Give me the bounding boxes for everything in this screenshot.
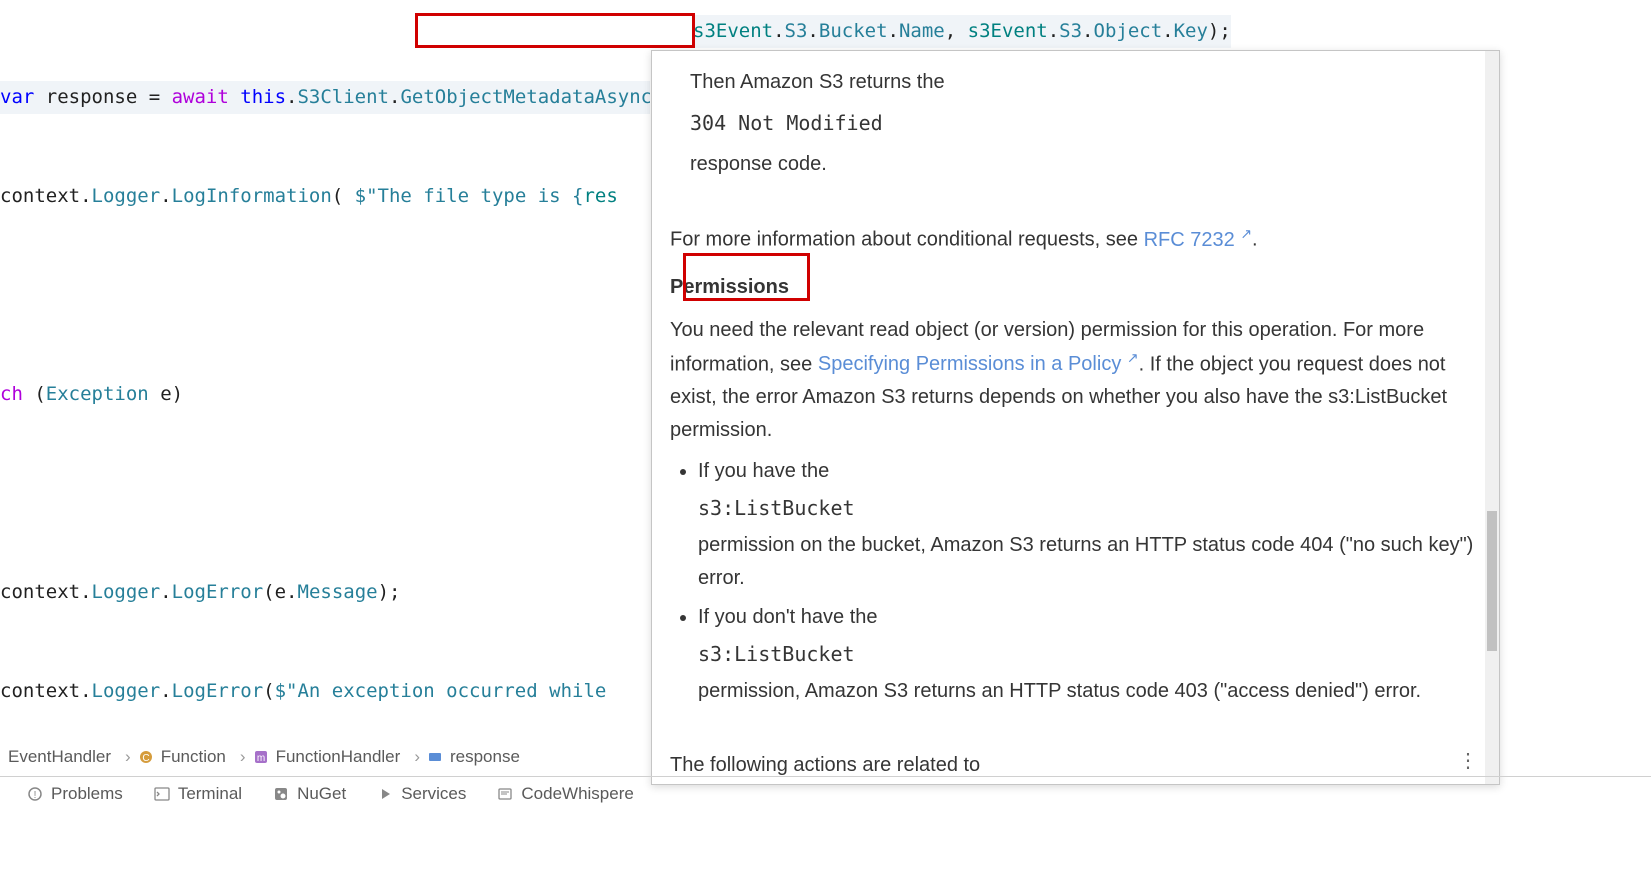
tooltip-text: Then Amazon S3 returns the bbox=[690, 66, 1481, 99]
tooltip-scrollbar[interactable] bbox=[1485, 51, 1499, 784]
tab-nuget[interactable]: NuGet bbox=[272, 784, 346, 804]
nuget-icon bbox=[272, 785, 290, 803]
external-link-icon: ↗ bbox=[1240, 225, 1252, 241]
link-specifying-permissions[interactable]: Specifying Permissions in a Policy ↗ bbox=[818, 353, 1139, 375]
breadcrumb-response[interactable]: response bbox=[426, 747, 520, 767]
method-getobjectmetadataasync[interactable]: GetObjectMetadataAsync bbox=[400, 86, 650, 108]
tooltip-text: response code. bbox=[690, 148, 1481, 181]
tab-services[interactable]: Services bbox=[376, 784, 466, 804]
code-editor[interactable]: var response = await this.S3Client.GetOb… bbox=[0, 0, 650, 740]
svg-text:C: C bbox=[142, 753, 149, 764]
tab-terminal[interactable]: Terminal bbox=[153, 784, 242, 804]
svg-text:m: m bbox=[256, 753, 264, 764]
keyword-var: var bbox=[0, 86, 34, 108]
code-line-1-continuation: s3Event.S3.Bucket.Name, s3Event.S3.Objec… bbox=[693, 15, 1231, 48]
tooltip-text: You need the relevant read object (or ve… bbox=[670, 314, 1481, 448]
breadcrumb-bar: EventHandler › C Function › m FunctionHa… bbox=[0, 738, 528, 776]
chevron-right-icon: › bbox=[414, 747, 420, 767]
code-line-3[interactable]: ch (Exception e) bbox=[0, 378, 650, 411]
tab-codewhisperer[interactable]: CodeWhispere bbox=[496, 784, 633, 804]
tooltip-list: If you have the s3:ListBucket permission… bbox=[670, 455, 1481, 708]
more-options-icon[interactable]: ⋮ bbox=[1458, 745, 1479, 778]
external-link-icon: ↗ bbox=[1127, 350, 1139, 366]
terminal-icon bbox=[153, 785, 171, 803]
code-line-blank-1[interactable] bbox=[0, 279, 650, 312]
documentation-tooltip[interactable]: Then Amazon S3 returns the 304 Not Modif… bbox=[651, 50, 1500, 785]
breadcrumb-function[interactable]: C Function bbox=[137, 747, 226, 767]
variable-icon bbox=[426, 748, 444, 766]
breadcrumb-eventhandler[interactable]: EventHandler bbox=[8, 747, 111, 767]
link-rfc7232[interactable]: RFC 7232 ↗ bbox=[1144, 229, 1252, 251]
problems-icon: ! bbox=[26, 785, 44, 803]
tooltip-code: 304 Not Modified bbox=[690, 107, 1481, 140]
chevron-right-icon: › bbox=[125, 747, 131, 767]
bottom-tool-bar: ! Problems Terminal NuGet Services CodeW… bbox=[0, 776, 1651, 810]
code-line-blank-2[interactable] bbox=[0, 477, 650, 510]
codewhisperer-icon bbox=[496, 785, 514, 803]
services-icon bbox=[376, 785, 394, 803]
list-item: If you have the s3:ListBucket permission… bbox=[698, 455, 1481, 595]
chevron-right-icon: › bbox=[240, 747, 246, 767]
code-line-4[interactable]: context.Logger.LogError(e.Message); bbox=[0, 576, 650, 609]
tab-problems[interactable]: ! Problems bbox=[26, 784, 123, 804]
code-line-1[interactable]: var response = await this.S3Client.GetOb… bbox=[0, 81, 650, 114]
code-line-5[interactable]: context.Logger.LogError($"An exception o… bbox=[0, 675, 650, 708]
tooltip-heading-permissions: Permissions bbox=[670, 271, 1481, 304]
scrollbar-thumb[interactable] bbox=[1487, 511, 1497, 651]
tooltip-text: For more information about conditional r… bbox=[670, 222, 1481, 257]
list-item: If you don't have the s3:ListBucket perm… bbox=[698, 601, 1481, 708]
class-icon: C bbox=[137, 748, 155, 766]
breadcrumb-functionhandler[interactable]: m FunctionHandler bbox=[252, 747, 401, 767]
method-icon: m bbox=[252, 748, 270, 766]
code-line-2[interactable]: context.Logger.LogInformation( $"The fil… bbox=[0, 180, 650, 213]
svg-text:!: ! bbox=[34, 790, 37, 801]
